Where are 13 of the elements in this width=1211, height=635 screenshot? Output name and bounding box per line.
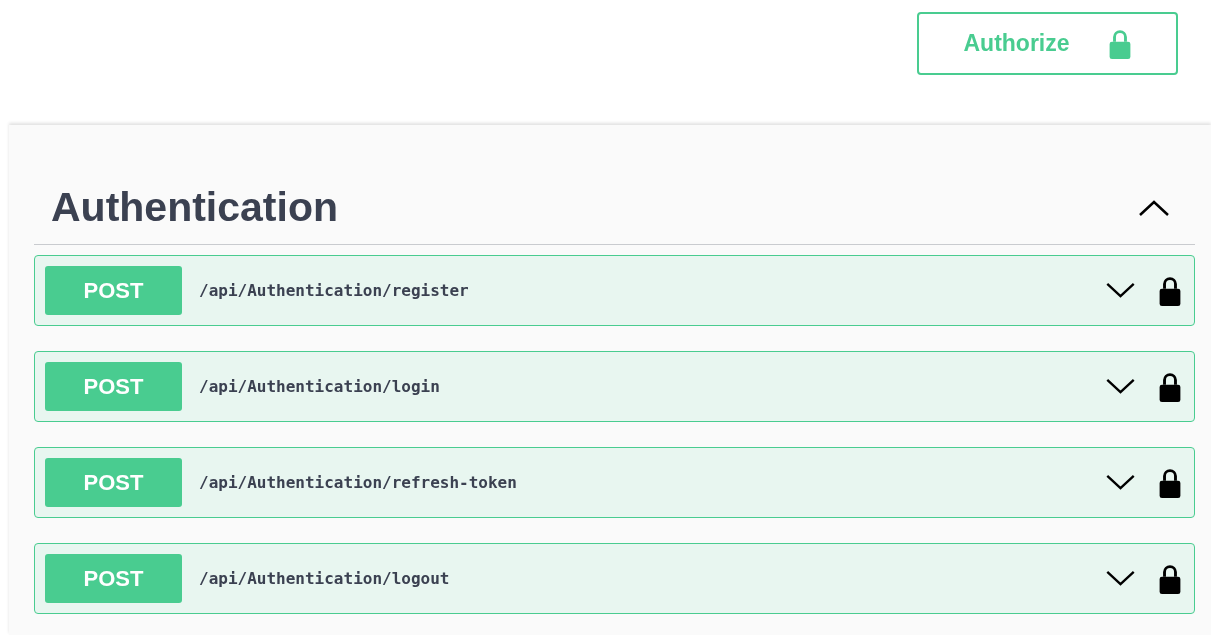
method-badge: POST: [45, 362, 182, 411]
endpoint-path: /api/Authentication/refresh-token: [199, 471, 518, 494]
endpoint-row[interactable]: POST /api/Authentication/login: [34, 351, 1195, 422]
endpoint-path: /api/Authentication/logout: [199, 567, 451, 590]
endpoint-row[interactable]: POST /api/Authentication/logout: [34, 543, 1195, 614]
endpoint-row[interactable]: POST /api/Authentication/refresh-token: [34, 447, 1195, 518]
endpoint-path: /api/Authentication/login: [199, 375, 441, 398]
method-badge: POST: [45, 458, 182, 507]
section-title: Authentication: [51, 183, 338, 233]
endpoint-path: /api/Authentication/register: [199, 279, 470, 302]
endpoint-row[interactable]: POST /api/Authentication/register: [34, 255, 1195, 326]
method-badge: POST: [45, 554, 182, 603]
method-badge: POST: [45, 266, 182, 315]
